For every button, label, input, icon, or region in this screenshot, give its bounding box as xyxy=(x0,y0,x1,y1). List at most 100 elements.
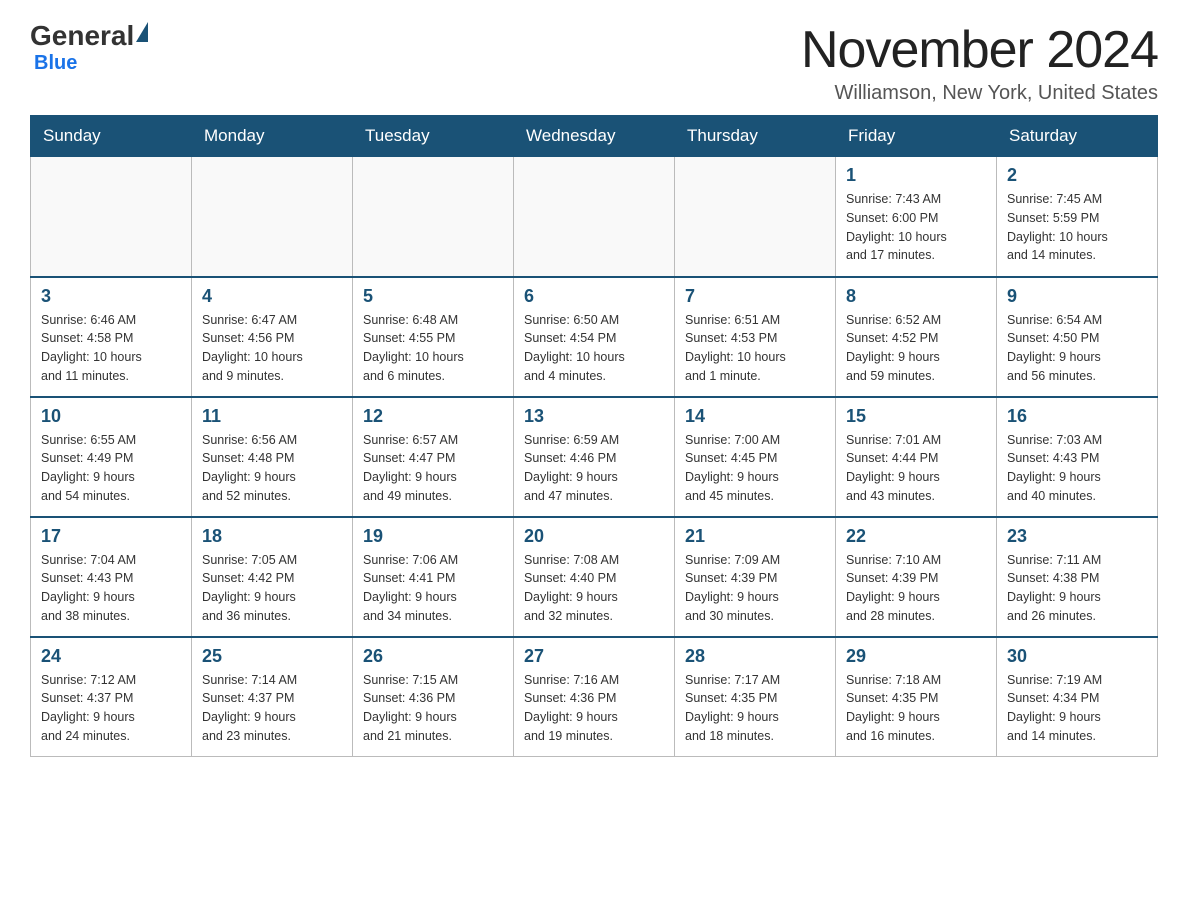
calendar-cell: 29 Sunrise: 7:18 AMSunset: 4:35 PMDayligh… xyxy=(836,637,997,757)
day-info: Sunrise: 7:01 AMSunset: 4:44 PMDaylight:… xyxy=(846,431,986,506)
calendar-cell xyxy=(31,157,192,277)
header-saturday: Saturday xyxy=(997,116,1158,157)
calendar-title: November 2024 xyxy=(801,20,1158,80)
day-number: 30 xyxy=(1007,646,1147,667)
calendar-week-row: 10 Sunrise: 6:55 AMSunset: 4:49 PMDayligh… xyxy=(31,397,1158,517)
calendar-week-row: 3 Sunrise: 6:46 AMSunset: 4:58 PMDaylight… xyxy=(31,277,1158,397)
day-number: 6 xyxy=(524,286,664,307)
day-info: Sunrise: 7:05 AMSunset: 4:42 PMDaylight:… xyxy=(202,551,342,626)
calendar-table: SundayMondayTuesdayWednesdayThursdayFrid… xyxy=(30,115,1158,757)
header-thursday: Thursday xyxy=(675,116,836,157)
calendar-cell: 23 Sunrise: 7:11 AMSunset: 4:38 PMDayligh… xyxy=(997,517,1158,637)
day-info: Sunrise: 7:00 AMSunset: 4:45 PMDaylight:… xyxy=(685,431,825,506)
calendar-cell: 11 Sunrise: 6:56 AMSunset: 4:48 PMDayligh… xyxy=(192,397,353,517)
day-info: Sunrise: 7:06 AMSunset: 4:41 PMDaylight:… xyxy=(363,551,503,626)
header-friday: Friday xyxy=(836,116,997,157)
day-info: Sunrise: 6:46 AMSunset: 4:58 PMDaylight:… xyxy=(41,311,181,386)
day-info: Sunrise: 6:56 AMSunset: 4:48 PMDaylight:… xyxy=(202,431,342,506)
day-number: 3 xyxy=(41,286,181,307)
day-number: 29 xyxy=(846,646,986,667)
calendar-cell xyxy=(353,157,514,277)
day-info: Sunrise: 7:04 AMSunset: 4:43 PMDaylight:… xyxy=(41,551,181,626)
calendar-cell: 26Sunrise: 7:15 AMSunset: 4:36 PMDayligh… xyxy=(353,637,514,757)
day-info: Sunrise: 6:54 AMSunset: 4:50 PMDaylight:… xyxy=(1007,311,1147,386)
day-info: Sunrise: 7:12 AMSunset: 4:37 PMDaylight:… xyxy=(41,671,181,746)
day-number: 18 xyxy=(202,526,342,547)
calendar-cell: 8Sunrise: 6:52 AMSunset: 4:52 PMDaylight… xyxy=(836,277,997,397)
day-number: 22 xyxy=(846,526,986,547)
day-info: Sunrise: 7:14 AMSunset: 4:37 PMDaylight:… xyxy=(202,671,342,746)
day-number: 19 xyxy=(363,526,503,547)
header-tuesday: Tuesday xyxy=(353,116,514,157)
calendar-cell: 25 Sunrise: 7:14 AMSunset: 4:37 PMDayligh… xyxy=(192,637,353,757)
day-number: 16 xyxy=(1007,406,1147,427)
title-section: November 2024 Williamson, New York, Unit… xyxy=(801,20,1158,105)
logo-blue-text: Blue xyxy=(34,52,77,75)
logo-triangle-icon xyxy=(136,22,148,42)
day-info: Sunrise: 6:57 AMSunset: 4:47 PMDaylight:… xyxy=(363,431,503,506)
page-header: General Blue November 2024 Williamson, N… xyxy=(30,20,1158,105)
day-info: Sunrise: 6:55 AMSunset: 4:49 PMDaylight:… xyxy=(41,431,181,506)
day-info: Sunrise: 7:43 AMSunset: 6:00 PMDaylight:… xyxy=(846,190,986,265)
calendar-header-row: SundayMondayTuesdayWednesdayThursdayFrid… xyxy=(31,116,1158,157)
header-sunday: Sunday xyxy=(31,116,192,157)
calendar-cell xyxy=(675,157,836,277)
day-info: Sunrise: 7:11 AMSunset: 4:38 PMDaylight:… xyxy=(1007,551,1147,626)
day-info: Sunrise: 7:17 AMSunset: 4:35 PMDaylight:… xyxy=(685,671,825,746)
day-number: 20 xyxy=(524,526,664,547)
calendar-cell: 16 Sunrise: 7:03 AMSunset: 4:43 PMDayligh… xyxy=(997,397,1158,517)
calendar-week-row: 17 Sunrise: 7:04 AMSunset: 4:43 PMDayligh… xyxy=(31,517,1158,637)
calendar-cell xyxy=(514,157,675,277)
day-info: Sunrise: 7:16 AMSunset: 4:36 PMDaylight:… xyxy=(524,671,664,746)
day-number: 27 xyxy=(524,646,664,667)
day-number: 25 xyxy=(202,646,342,667)
day-info: Sunrise: 7:18 AMSunset: 4:35 PMDaylight:… xyxy=(846,671,986,746)
day-info: Sunrise: 7:15 AMSunset: 4:36 PMDaylight:… xyxy=(363,671,503,746)
calendar-cell: 20 Sunrise: 7:08 AMSunset: 4:40 PMDayligh… xyxy=(514,517,675,637)
header-wednesday: Wednesday xyxy=(514,116,675,157)
calendar-cell: 22Sunrise: 7:10 AMSunset: 4:39 PMDayligh… xyxy=(836,517,997,637)
day-number: 4 xyxy=(202,286,342,307)
logo-general-text: General xyxy=(30,20,134,52)
day-info: Sunrise: 6:51 AMSunset: 4:53 PMDaylight:… xyxy=(685,311,825,386)
day-number: 2 xyxy=(1007,165,1147,186)
day-number: 23 xyxy=(1007,526,1147,547)
calendar-cell: 12 Sunrise: 6:57 AMSunset: 4:47 PMDayligh… xyxy=(353,397,514,517)
calendar-week-row: 1 Sunrise: 7:43 AMSunset: 6:00 PMDaylight… xyxy=(31,157,1158,277)
calendar-subtitle: Williamson, New York, United States xyxy=(801,82,1158,105)
calendar-cell: 9 Sunrise: 6:54 AMSunset: 4:50 PMDaylight… xyxy=(997,277,1158,397)
calendar-cell: 4 Sunrise: 6:47 AMSunset: 4:56 PMDaylight… xyxy=(192,277,353,397)
day-number: 9 xyxy=(1007,286,1147,307)
day-info: Sunrise: 7:19 AMSunset: 4:34 PMDaylight:… xyxy=(1007,671,1147,746)
day-number: 5 xyxy=(363,286,503,307)
day-number: 10 xyxy=(41,406,181,427)
day-number: 1 xyxy=(846,165,986,186)
day-info: Sunrise: 6:48 AMSunset: 4:55 PMDaylight:… xyxy=(363,311,503,386)
calendar-cell: 1 Sunrise: 7:43 AMSunset: 6:00 PMDaylight… xyxy=(836,157,997,277)
day-number: 17 xyxy=(41,526,181,547)
day-info: Sunrise: 7:09 AMSunset: 4:39 PMDaylight:… xyxy=(685,551,825,626)
day-number: 12 xyxy=(363,406,503,427)
day-info: Sunrise: 7:08 AMSunset: 4:40 PMDaylight:… xyxy=(524,551,664,626)
day-number: 24 xyxy=(41,646,181,667)
calendar-cell: 24 Sunrise: 7:12 AMSunset: 4:37 PMDayligh… xyxy=(31,637,192,757)
calendar-cell: 14 Sunrise: 7:00 AMSunset: 4:45 PMDayligh… xyxy=(675,397,836,517)
calendar-cell: 18 Sunrise: 7:05 AMSunset: 4:42 PMDayligh… xyxy=(192,517,353,637)
calendar-cell: 28Sunrise: 7:17 AMSunset: 4:35 PMDayligh… xyxy=(675,637,836,757)
day-info: Sunrise: 6:50 AMSunset: 4:54 PMDaylight:… xyxy=(524,311,664,386)
calendar-cell: 17 Sunrise: 7:04 AMSunset: 4:43 PMDayligh… xyxy=(31,517,192,637)
day-number: 15 xyxy=(846,406,986,427)
calendar-week-row: 24 Sunrise: 7:12 AMSunset: 4:37 PMDayligh… xyxy=(31,637,1158,757)
calendar-cell xyxy=(192,157,353,277)
day-info: Sunrise: 6:47 AMSunset: 4:56 PMDaylight:… xyxy=(202,311,342,386)
day-number: 11 xyxy=(202,406,342,427)
calendar-cell: 15 Sunrise: 7:01 AMSunset: 4:44 PMDayligh… xyxy=(836,397,997,517)
logo: General Blue xyxy=(30,20,148,75)
day-info: Sunrise: 7:45 AMSunset: 5:59 PMDaylight:… xyxy=(1007,190,1147,265)
calendar-cell: 6 Sunrise: 6:50 AMSunset: 4:54 PMDaylight… xyxy=(514,277,675,397)
calendar-cell: 30 Sunrise: 7:19 AMSunset: 4:34 PMDayligh… xyxy=(997,637,1158,757)
day-info: Sunrise: 6:59 AMSunset: 4:46 PMDaylight:… xyxy=(524,431,664,506)
day-info: Sunrise: 7:03 AMSunset: 4:43 PMDaylight:… xyxy=(1007,431,1147,506)
day-info: Sunrise: 6:52 AMSunset: 4:52 PMDaylight:… xyxy=(846,311,986,386)
day-number: 14 xyxy=(685,406,825,427)
